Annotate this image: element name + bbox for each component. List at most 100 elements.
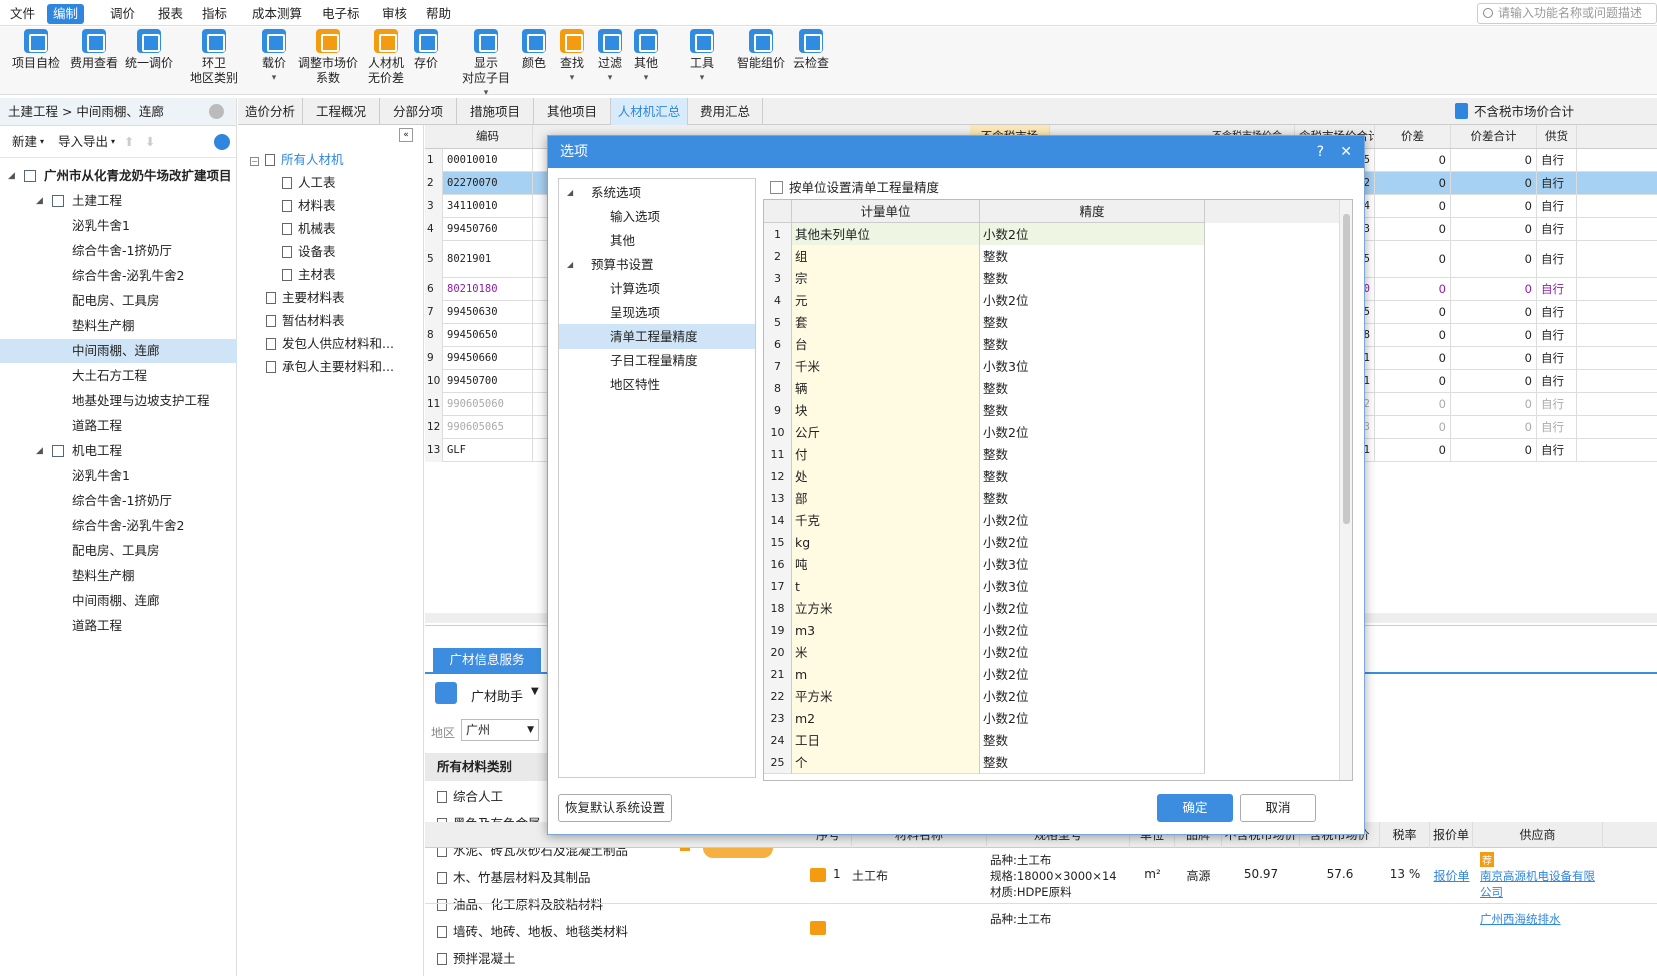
code-cell[interactable]: GLF [443, 439, 533, 462]
ribbon-button-15[interactable]: 云检查 [793, 29, 829, 71]
tree-item[interactable]: 中间雨棚、连廊 [0, 339, 237, 363]
tree-item[interactable]: ◢ 广州市从化青龙奶牛场改扩建项目 [0, 164, 237, 188]
tree-item[interactable]: 综合牛舍-泌乳牛舍2 [0, 264, 237, 288]
ribbon-button-3[interactable]: 环卫 地区类别 [190, 29, 238, 86]
tax-toggle-label[interactable]: 不含税市场价合计 [1474, 98, 1574, 125]
tree-item[interactable]: 大土石方工程 [0, 364, 237, 388]
precision-row[interactable]: 7 千米 小数3位 [764, 355, 1339, 378]
price-diff-cell[interactable]: 0 [1375, 347, 1451, 370]
menu-item-7[interactable]: 审核 [376, 4, 413, 24]
precision-row[interactable]: 21 m 小数2位 [764, 663, 1339, 686]
resource-category-item[interactable]: − 所有人材机 [250, 149, 344, 171]
tree-item[interactable]: 综合牛舍-1挤奶厅 [0, 239, 237, 263]
price-diff-total-cell[interactable]: 0 [1451, 241, 1537, 278]
ribbon-button-11[interactable]: 过滤 ▾ [598, 29, 622, 86]
vertical-scrollbar[interactable] [1339, 200, 1352, 780]
code-cell[interactable]: 990605065 [443, 416, 533, 439]
supplier-table-row[interactable]: 品种:土工布 广州西海统排水 [425, 905, 1657, 945]
supply-cell[interactable]: 自行 [1537, 195, 1577, 218]
precision-cell[interactable]: 小数2位 [980, 509, 1205, 532]
ribbon-button-0[interactable]: 项目自检 [12, 29, 60, 71]
price-diff-total-cell[interactable]: 0 [1451, 347, 1537, 370]
code-cell[interactable]: 99450650 [443, 324, 533, 347]
collapse-left-icon[interactable]: « [399, 128, 413, 142]
supply-cell[interactable]: 自行 [1537, 172, 1577, 195]
collapse-up-icon[interactable] [209, 104, 224, 119]
price-diff-cell[interactable]: 0 [1375, 149, 1451, 172]
price-diff-cell[interactable]: 0 [1375, 439, 1451, 462]
supply-cell[interactable]: 自行 [1537, 149, 1577, 172]
code-cell[interactable]: 80210180 [443, 278, 533, 301]
precision-row[interactable]: 12 处整数 [764, 465, 1339, 488]
tab-1[interactable]: 工程概况 [303, 98, 380, 125]
tree-item[interactable]: 泌乳牛舍1 [0, 214, 237, 238]
quote-link[interactable]: 报价单 [1430, 867, 1473, 884]
expand-triangle-icon[interactable]: ◢ [36, 189, 43, 213]
resource-category-item[interactable]: 暂估材料表 [266, 310, 345, 332]
ribbon-button-13[interactable]: 工具 ▾ [690, 29, 714, 86]
precision-row[interactable]: 10 公斤 小数2位 [764, 421, 1339, 444]
tree-item[interactable]: 垫料生产棚 [0, 314, 237, 338]
options-tree-item[interactable]: 地区特性 [559, 372, 755, 397]
precision-cell[interactable]: 整数 [980, 333, 1205, 356]
precision-cell[interactable]: 整数 [980, 311, 1205, 334]
menu-item-2[interactable]: 调价 [104, 4, 141, 24]
menu-item-3[interactable]: 报表 [152, 4, 189, 24]
code-cell[interactable]: 34110010 [443, 195, 533, 218]
precision-cell[interactable]: 小数2位 [980, 707, 1205, 730]
price-diff-cell[interactable]: 0 [1375, 241, 1451, 278]
ribbon-button-10[interactable]: 查找 ▾ [560, 29, 584, 86]
precision-cell[interactable]: 整数 [980, 487, 1205, 510]
price-diff-total-cell[interactable]: 0 [1451, 324, 1537, 347]
supply-cell[interactable]: 自行 [1537, 370, 1577, 393]
ribbon-button-4[interactable]: 载价 ▾ [262, 29, 286, 86]
precision-cell[interactable]: 小数2位 [980, 421, 1205, 444]
precision-cell[interactable]: 整数 [980, 399, 1205, 422]
expand-triangle-icon[interactable]: ◢ [567, 180, 573, 205]
price-diff-cell[interactable]: 0 [1375, 416, 1451, 439]
import-export-button[interactable]: 导入导出 [58, 126, 108, 158]
ribbon-button-9[interactable]: 颜色 [522, 29, 546, 71]
code-cell[interactable]: 99450660 [443, 347, 533, 370]
tree-item[interactable]: 道路工程 [0, 614, 237, 638]
supply-cell[interactable]: 自行 [1537, 347, 1577, 370]
price-diff-cell[interactable]: 0 [1375, 278, 1451, 301]
price-diff-total-cell[interactable]: 0 [1451, 416, 1537, 439]
price-diff-total-cell[interactable]: 0 [1451, 370, 1537, 393]
precision-row[interactable]: 6 台整数 [764, 333, 1339, 356]
precision-cell[interactable]: 整数 [980, 443, 1205, 466]
price-diff-total-cell[interactable]: 0 [1451, 301, 1537, 324]
ribbon-button-6[interactable]: 人材机 无价差 [368, 29, 404, 86]
per-unit-precision-checkbox[interactable]: 按单位设置清单工程量精度 [770, 179, 939, 197]
price-diff-cell[interactable]: 0 [1375, 172, 1451, 195]
price-diff-total-cell[interactable]: 0 [1451, 278, 1537, 301]
search-input[interactable]: 请输入功能名称或问题描述 [1477, 3, 1657, 24]
tree-item[interactable]: 综合牛舍-1挤奶厅 [0, 489, 237, 513]
tree-item[interactable]: 配电房、工具房 [0, 539, 237, 563]
code-cell[interactable]: 990605060 [443, 393, 533, 416]
material-category-item[interactable]: 综合人工 [437, 785, 503, 809]
download-icon[interactable] [214, 134, 230, 150]
supply-cell[interactable]: 自行 [1537, 301, 1577, 324]
tree-item[interactable]: 垫料生产棚 [0, 564, 237, 588]
expand-triangle-icon[interactable]: ◢ [567, 252, 573, 277]
code-cell[interactable]: 99450700 [443, 370, 533, 393]
precision-row[interactable]: 20 米小数2位 [764, 641, 1339, 664]
resource-category-item[interactable]: 材料表 [282, 195, 336, 217]
precision-cell[interactable]: 小数3位 [980, 575, 1205, 598]
supply-cell[interactable]: 自行 [1537, 278, 1577, 301]
precision-cell[interactable]: 小数2位 [980, 289, 1205, 312]
menu-item-8[interactable]: 帮助 [420, 4, 457, 24]
precision-row[interactable]: 22 平方米 小数2位 [764, 685, 1339, 708]
menu-item-1[interactable]: 编制 [47, 4, 85, 24]
price-diff-cell[interactable]: 0 [1375, 301, 1451, 324]
options-tree-item[interactable]: 输入选项 [559, 204, 755, 229]
help-button[interactable]: ? [1317, 136, 1324, 168]
menu-item-6[interactable]: 电子标 [316, 4, 366, 24]
tab-0[interactable]: 造价分析 [238, 98, 303, 125]
precision-row[interactable]: 11 付整数 [764, 443, 1339, 466]
price-diff-total-cell[interactable]: 0 [1451, 393, 1537, 416]
supplier-table-row[interactable]: 1 土工布 品种:土工布 规格:18000×3000×14 材质:HDPE原料 m² 高源 5… [425, 848, 1657, 904]
options-tree-item[interactable]: 计算选项 [559, 276, 755, 301]
precision-row[interactable]: 17 t 小数3位 [764, 575, 1339, 598]
